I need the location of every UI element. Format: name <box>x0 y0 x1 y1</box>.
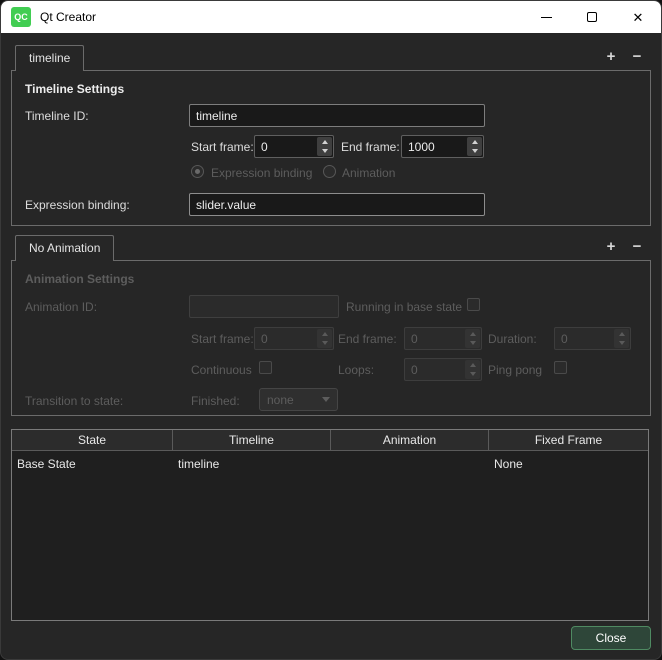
anim-end-frame-value: 0 <box>405 328 464 349</box>
spin-buttons <box>614 329 629 348</box>
animation-id-input <box>189 295 339 318</box>
spin-up-icon <box>465 329 480 339</box>
ping-pong-label: Ping pong <box>488 363 542 377</box>
cell-state: Base State <box>12 451 173 476</box>
spin-buttons <box>465 329 480 348</box>
tab-timeline[interactable]: timeline <box>15 45 84 71</box>
add-timeline-button[interactable]: + <box>601 47 621 67</box>
minimize-button[interactable] <box>523 1 569 33</box>
remove-animation-button[interactable]: − <box>627 237 647 257</box>
cell-animation <box>331 451 489 476</box>
end-frame-label: End frame: <box>341 140 400 154</box>
duration-label: Duration: <box>488 332 537 346</box>
spin-down-icon <box>465 370 480 380</box>
start-frame-label: Start frame: <box>191 140 254 154</box>
animation-id-label: Animation ID: <box>25 300 97 314</box>
chevron-down-icon <box>322 397 330 402</box>
anim-start-frame-label: Start frame: <box>191 332 254 346</box>
anim-start-frame-spinbox: 0 <box>254 327 334 350</box>
continuous-checkbox <box>259 361 272 374</box>
spin-down-icon <box>614 339 629 349</box>
column-header-animation: Animation <box>331 430 489 450</box>
finished-dropdown: none <box>259 388 338 411</box>
animation-radio <box>323 165 336 178</box>
running-in-base-state-checkbox <box>467 298 480 311</box>
remove-timeline-button[interactable]: − <box>627 47 647 67</box>
column-header-state: State <box>12 430 173 450</box>
states-table: State Timeline Animation Fixed Frame Bas… <box>11 429 649 621</box>
duration-value: 0 <box>555 328 613 349</box>
expression-binding-radio-label: Expression binding <box>211 166 312 180</box>
close-window-button[interactable]: ✕ <box>615 1 661 33</box>
loops-value: 0 <box>405 359 464 380</box>
loops-spinbox: 0 <box>404 358 482 381</box>
anim-start-frame-value: 0 <box>255 328 316 349</box>
cell-timeline: timeline <box>173 451 331 476</box>
anim-end-frame-label: End frame: <box>338 332 397 346</box>
column-header-timeline: Timeline <box>173 430 331 450</box>
minimize-icon <box>541 17 552 18</box>
animation-settings-heading: Animation Settings <box>25 272 134 286</box>
ping-pong-checkbox <box>554 361 567 374</box>
close-icon: ✕ <box>633 11 644 24</box>
cell-fixed-frame: None <box>489 451 648 476</box>
end-frame-spinbox[interactable]: 1000 <box>401 135 484 158</box>
spin-up-icon <box>614 329 629 339</box>
add-animation-button[interactable]: + <box>601 237 621 257</box>
transition-to-state-label: Transition to state: <box>25 394 123 408</box>
timeline-id-label: Timeline ID: <box>25 109 89 123</box>
spin-buttons <box>317 329 332 348</box>
anim-end-frame-spinbox: 0 <box>404 327 482 350</box>
window-controls: ✕ <box>523 1 661 33</box>
expression-binding-value: slider.value <box>196 198 256 212</box>
timeline-settings-heading: Timeline Settings <box>25 82 124 96</box>
expression-binding-radio <box>191 165 204 178</box>
spin-up-icon[interactable] <box>467 137 482 147</box>
animation-radio-label: Animation <box>342 166 395 180</box>
tab-no-animation[interactable]: No Animation <box>15 235 114 261</box>
end-frame-value: 1000 <box>402 136 466 157</box>
spin-up-icon <box>317 329 332 339</box>
expression-binding-input[interactable]: slider.value <box>189 193 485 216</box>
expression-binding-label: Expression binding: <box>25 198 130 212</box>
qt-creator-logo-icon: QC <box>11 7 31 27</box>
spin-buttons[interactable] <box>317 137 332 156</box>
loops-label: Loops: <box>338 363 374 377</box>
finished-label: Finished: <box>191 394 240 408</box>
maximize-button[interactable] <box>569 1 615 33</box>
table-header: State Timeline Animation Fixed Frame <box>12 430 648 451</box>
running-in-base-state-label: Running in base state <box>346 300 462 314</box>
spin-up-icon[interactable] <box>317 137 332 147</box>
spin-up-icon <box>465 360 480 370</box>
start-frame-spinbox[interactable]: 0 <box>254 135 334 158</box>
table-row[interactable]: Base State timeline None <box>12 451 648 476</box>
spin-down-icon[interactable] <box>317 147 332 157</box>
timeline-id-input[interactable]: timeline <box>189 104 485 127</box>
spin-buttons[interactable] <box>467 137 482 156</box>
spin-down-icon <box>465 339 480 349</box>
timeline-id-value: timeline <box>196 109 237 123</box>
finished-value: none <box>267 393 294 407</box>
qt-creator-dialog: QC Qt Creator ✕ timeline + − Timeline Se… <box>0 0 662 660</box>
duration-spinbox: 0 <box>554 327 631 350</box>
close-button[interactable]: Close <box>571 626 651 650</box>
spin-down-icon <box>317 339 332 349</box>
spin-down-icon[interactable] <box>467 147 482 157</box>
continuous-label: Continuous <box>191 363 252 377</box>
window-title: Qt Creator <box>40 10 96 24</box>
start-frame-value: 0 <box>255 136 316 157</box>
title-bar: QC Qt Creator ✕ <box>1 1 661 33</box>
column-header-fixed-frame: Fixed Frame <box>489 430 648 450</box>
spin-buttons <box>465 360 480 379</box>
maximize-icon <box>587 12 597 22</box>
